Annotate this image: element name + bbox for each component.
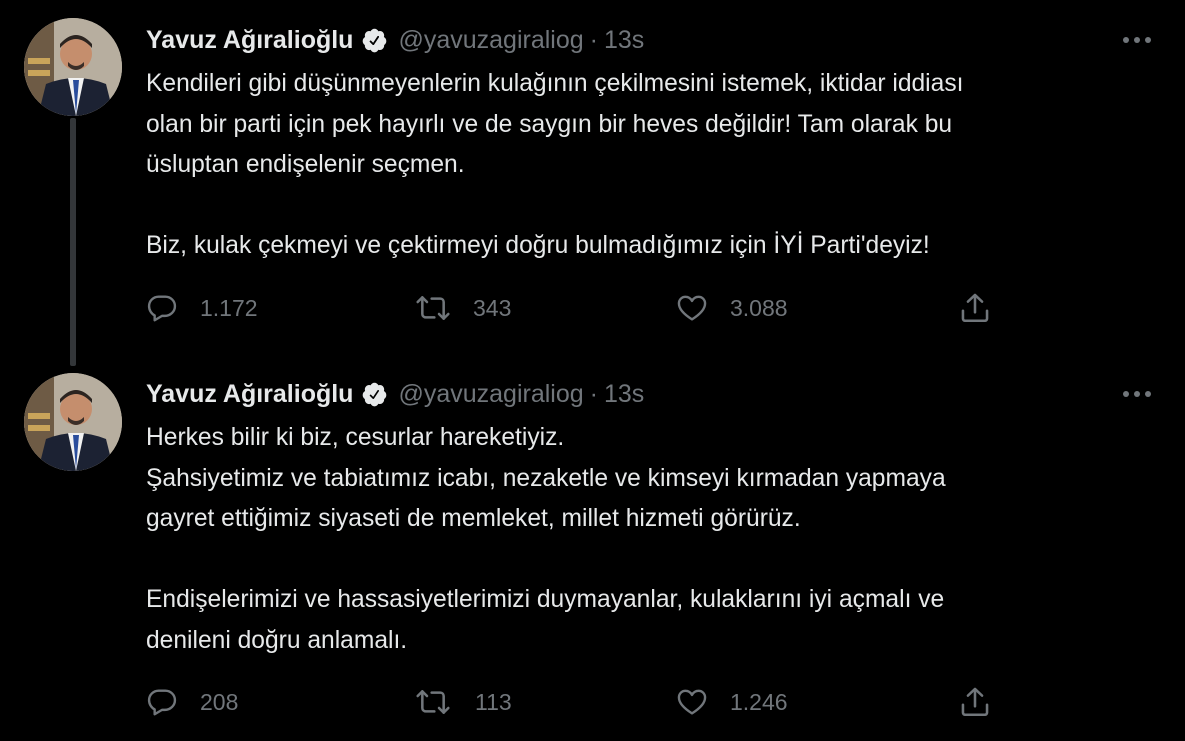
like-button[interactable]: 1.246 [676,682,788,722]
separator-dot: · [589,25,598,54]
action-bar: 1.172 343 3.088 [0,288,1185,328]
timestamp[interactable]: 13s [604,26,644,55]
tweet-text: Herkes bilir ki biz, cesurlar hareketiyi… [146,418,1156,661]
avatar[interactable] [24,18,122,116]
reply-button[interactable]: 208 [146,682,238,722]
tweet-text-line: gayret ettiğimiz siyaseti de memleket, m… [146,505,801,532]
tweet-text-line: üsluptan endişelenir seçmen. [146,151,465,178]
retweet-button[interactable]: 343 [415,288,511,328]
retweet-count: 113 [475,688,512,715]
tweet-header: Yavuz Ağıralioğlu @yavuzagiraliog · 13s [146,20,644,60]
avatar-photo [24,373,122,471]
separator-dot: · [589,379,598,408]
reply-count: 208 [200,688,239,715]
share-icon [961,687,989,717]
author-name[interactable]: Yavuz Ağıralioğlu [146,380,353,409]
tweet[interactable]: Yavuz Ağıralioğlu @yavuzagiraliog · 13s … [0,0,1185,366]
heart-icon [677,689,707,715]
tweet-text-line: olan bir parti için pek hayırlı ve de sa… [146,110,953,138]
author-handle[interactable]: @yavuzagiraliog [398,380,583,409]
more-dots-icon [1123,391,1151,397]
tweet[interactable]: Yavuz Ağıralioğlu @yavuzagiraliog · 13s … [0,360,1185,741]
verified-badge-icon [361,381,388,408]
tweet-text: Kendileri gibi düşünmeyenlerin kulağının… [146,64,1156,267]
avatar-photo [24,18,122,116]
like-count: 3.088 [730,294,788,321]
tweet-text-line: denileni doğru anlamalı. [146,626,408,654]
action-bar: 208 113 1.246 [0,682,1185,722]
tweet-text-line: Kendileri gibi düşünmeyenlerin kulağının… [146,70,964,97]
reply-icon [147,295,177,322]
more-options-button[interactable] [1117,25,1157,55]
reply-button[interactable]: 1.172 [146,288,258,328]
more-options-button[interactable] [1117,379,1157,409]
thread-line [70,118,76,366]
retweet-button[interactable]: 113 [415,682,512,722]
tweet-text-line: Endişelerimizi ve hassasiyetlerimizi duy… [146,586,945,613]
reply-icon [147,689,177,716]
like-button[interactable]: 3.088 [676,288,788,328]
verified-badge-icon [361,27,388,54]
reply-count: 1.172 [200,294,258,321]
like-count: 1.246 [730,688,788,715]
retweet-icon [416,296,450,320]
retweet-icon [416,690,450,714]
author-handle[interactable]: @yavuzagiraliog [398,26,583,55]
author-name[interactable]: Yavuz Ağıralioğlu [146,26,353,55]
share-button[interactable] [958,288,992,328]
share-button[interactable] [958,682,992,722]
more-dots-icon [1123,37,1151,43]
tweet-text-line: Herkes bilir ki biz, cesurlar hareketiyi… [146,424,565,451]
heart-icon [677,295,707,321]
tweet-text-line: Biz, kulak çekmeyi ve çektirmeyi doğru b… [146,232,930,259]
retweet-count: 343 [473,294,512,321]
timestamp[interactable]: 13s [604,380,644,409]
share-icon [961,293,989,323]
avatar[interactable] [24,373,122,471]
tweet-text-line: Şahsiyetimiz ve tabiatımız icabı, nezake… [146,464,946,492]
tweet-header: Yavuz Ağıralioğlu @yavuzagiraliog · 13s [146,374,644,414]
